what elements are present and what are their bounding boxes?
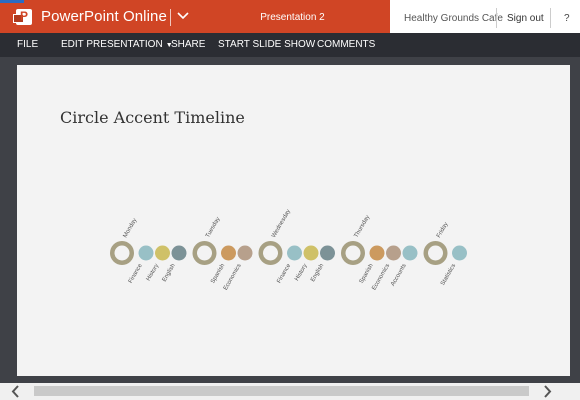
menu-file[interactable]: FILE xyxy=(17,33,38,57)
day-ring-hole xyxy=(114,245,130,261)
menu-share[interactable]: SHARE xyxy=(171,33,205,57)
chevron-down-icon[interactable] xyxy=(177,9,189,23)
subject-dot xyxy=(138,245,154,261)
signout-link[interactable]: Sign out xyxy=(507,13,544,24)
day-ring-hole xyxy=(263,245,278,261)
menu-edit-presentation[interactable]: EDIT PRESENTATION ▼ xyxy=(61,33,173,57)
divider xyxy=(550,8,551,28)
divider xyxy=(496,8,497,28)
day-node[interactable]: Tuesday xyxy=(192,216,222,265)
document-title[interactable]: Presentation 2 xyxy=(230,0,355,33)
day-label: Monday xyxy=(123,218,139,239)
day-label: Friday xyxy=(436,222,450,239)
subject-label: Accounts xyxy=(390,263,408,287)
help-button[interactable]: ? xyxy=(564,13,570,24)
menu-comments[interactable]: COMMENTS xyxy=(317,33,375,57)
chevron-right-icon[interactable] xyxy=(540,383,572,400)
title-bar: PowerPoint Online Presentation 2 Healthy… xyxy=(0,0,580,33)
subject-dot xyxy=(237,245,253,261)
day-label: Wednesday xyxy=(271,209,292,239)
powerpoint-logo-icon[interactable] xyxy=(13,9,32,25)
app-name[interactable]: PowerPoint Online xyxy=(41,8,167,25)
subject-label: History xyxy=(146,263,161,282)
slide-canvas[interactable]: Circle Accent Timeline Monday Finance Hist… xyxy=(17,65,570,376)
subject-label: English xyxy=(162,263,177,283)
day-ring-hole xyxy=(428,245,443,261)
subject-dot xyxy=(221,245,236,261)
subject-label: Finance xyxy=(276,262,292,284)
accent-strip xyxy=(0,0,24,3)
menu-start-slide-show[interactable]: START SLIDE SHOW xyxy=(218,33,315,57)
subject-dot xyxy=(155,245,170,261)
timeline-graphic[interactable]: MondayFinance History EnglishTuesdaySpanis… xyxy=(17,65,570,376)
subject-label: Spanish xyxy=(210,263,226,285)
subject-label: Economics xyxy=(223,263,243,291)
day-node[interactable]: Thursday xyxy=(341,214,371,265)
day-label: Tuesday xyxy=(205,216,222,239)
subject-label: Economics xyxy=(371,263,391,291)
subject-dot xyxy=(402,245,418,261)
subject-dot xyxy=(287,245,302,261)
subject-dot xyxy=(452,245,467,261)
subject-dot xyxy=(386,245,401,261)
scroll-thumb[interactable] xyxy=(34,386,529,396)
day-node[interactable]: Friday xyxy=(423,222,450,265)
day-node[interactable]: Monday xyxy=(110,218,138,265)
subject-label: History xyxy=(294,263,309,282)
subject-label: Spanish xyxy=(359,263,375,285)
day-node[interactable]: Wednesday xyxy=(258,209,293,265)
day-label: Thursday xyxy=(354,214,372,239)
day-ring-hole xyxy=(345,245,361,261)
subject-dot xyxy=(369,245,385,261)
subject-dot xyxy=(303,245,319,261)
subject-dot xyxy=(171,245,187,261)
menu-bar: FILE EDIT PRESENTATION ▼ SHARE START SLID… xyxy=(0,33,580,57)
day-ring-hole xyxy=(197,245,212,261)
company-name[interactable]: Healthy Grounds Cafe xyxy=(404,13,503,24)
subject-label: Statistics xyxy=(440,263,457,287)
subject-label: Finance xyxy=(128,262,144,284)
horizontal-scrollbar[interactable] xyxy=(0,383,580,400)
brand-separator xyxy=(170,9,171,26)
subject-label: English xyxy=(310,263,325,283)
menu-edit-presentation-label: EDIT PRESENTATION xyxy=(61,39,163,50)
slide-workspace: Circle Accent Timeline Monday Finance Hist… xyxy=(0,57,580,383)
subject-dot xyxy=(320,245,335,261)
brand-area: PowerPoint Online Presentation 2 xyxy=(0,0,390,33)
